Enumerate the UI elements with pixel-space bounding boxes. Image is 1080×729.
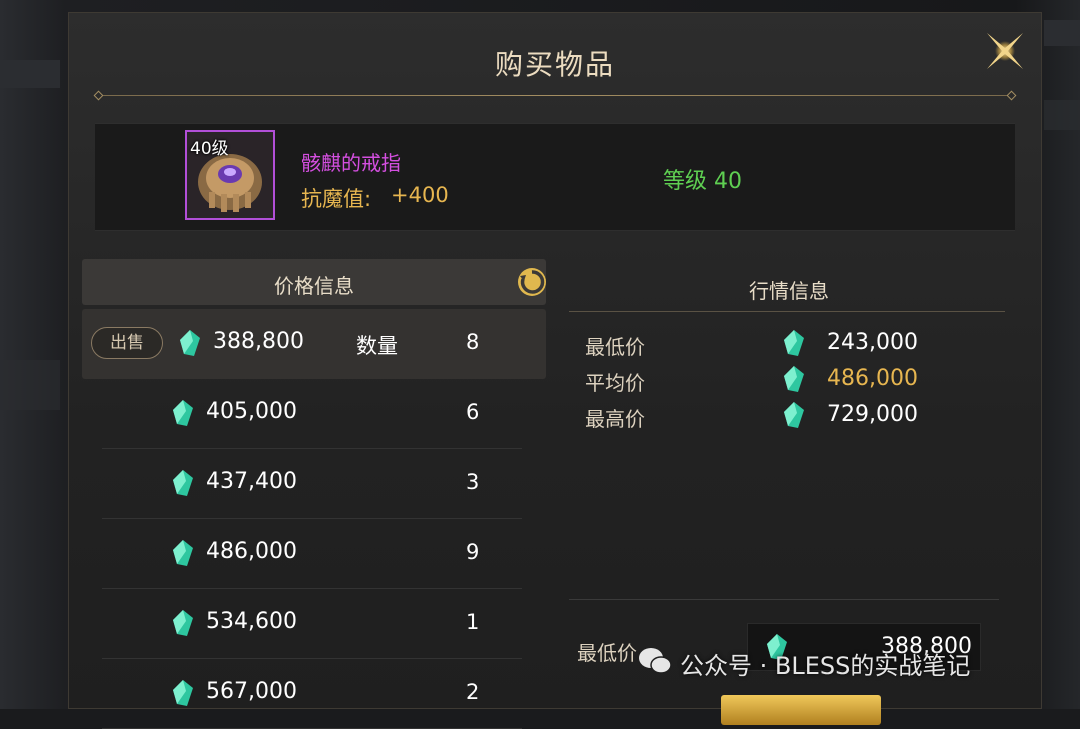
close-icon[interactable] <box>981 27 1029 75</box>
price-row[interactable]: 567,000 2 <box>82 659 546 729</box>
market-stat-value: 729,000 <box>827 402 918 427</box>
listing-quantity: 6 <box>466 400 480 424</box>
market-stat-label: 平均价 <box>585 371 645 395</box>
price-row[interactable]: 486,000 9 <box>82 519 546 589</box>
teal-gem-icon <box>784 366 804 392</box>
dialog-title: 购买物品 <box>494 48 615 81</box>
bg-strip <box>0 60 60 88</box>
buy-item-dialog: 购买物品 40级 骸麒的戒指 抗魔值: +400 等级 40 价格信息 出售 3… <box>68 12 1042 729</box>
price-row[interactable]: 出售 388,800 数量 8 <box>82 309 546 379</box>
teal-gem-icon <box>173 400 193 426</box>
teal-gem-icon <box>784 330 804 356</box>
item-icon-frame[interactable]: 40级 <box>185 130 275 220</box>
market-divider <box>569 311 1005 312</box>
item-level-badge: 40级 <box>190 139 229 159</box>
listing-quantity: 2 <box>466 680 480 704</box>
item-name: 骸麒的戒指 <box>301 151 401 175</box>
bottom-divider <box>569 599 999 600</box>
teal-gem-icon <box>173 610 193 636</box>
lowest-price-label: 最低价 <box>577 641 637 665</box>
price-info-title: 价格信息 <box>274 274 354 298</box>
market-info-title: 行情信息 <box>749 279 829 303</box>
market-stat-value: 243,000 <box>827 330 918 355</box>
item-grade: 等级 40 <box>663 169 742 194</box>
item-stat-label: 抗魔值: <box>301 187 372 211</box>
listing-quantity: 3 <box>466 470 480 494</box>
price-row[interactable]: 534,600 1 <box>82 589 546 659</box>
divider-dot <box>93 90 104 101</box>
bg-strip <box>1044 100 1080 130</box>
listing-price: 534,600 <box>206 609 297 634</box>
listing-quantity: 8 <box>466 330 480 354</box>
market-stat-label: 最低价 <box>585 335 645 359</box>
bg-strip <box>1044 20 1080 46</box>
teal-gem-icon <box>180 330 200 356</box>
refresh-icon[interactable] <box>516 266 548 298</box>
price-row[interactable]: 437,400 3 <box>82 449 546 519</box>
teal-gem-icon <box>173 540 193 566</box>
listing-quantity: 1 <box>466 610 480 634</box>
market-stat-label: 最高价 <box>585 407 645 431</box>
divider-dot <box>1006 90 1017 101</box>
item-stat-value: +400 <box>391 183 449 207</box>
sell-button[interactable]: 出售 <box>91 327 163 359</box>
wechat-icon <box>639 648 672 674</box>
listing-price: 388,800 <box>213 329 304 354</box>
listing-price: 486,000 <box>206 539 297 564</box>
title-divider <box>93 90 1017 101</box>
bg-strip <box>0 360 60 410</box>
quantity-label: 数量 <box>356 334 398 358</box>
teal-gem-icon <box>784 402 804 428</box>
watermark-text: 公众号 · BLESS的实战笔记 <box>680 652 971 680</box>
teal-gem-icon <box>173 470 193 496</box>
price-row[interactable]: 405,000 6 <box>82 379 546 449</box>
listing-price: 437,400 <box>206 469 297 494</box>
price-info-header: 价格信息 <box>82 259 546 305</box>
buy-button[interactable] <box>721 695 881 725</box>
listing-price: 405,000 <box>206 399 297 424</box>
market-stat-value: 486,000 <box>827 366 918 391</box>
listing-price: 567,000 <box>206 679 297 704</box>
teal-gem-icon <box>173 680 193 706</box>
listing-quantity: 9 <box>466 540 480 564</box>
